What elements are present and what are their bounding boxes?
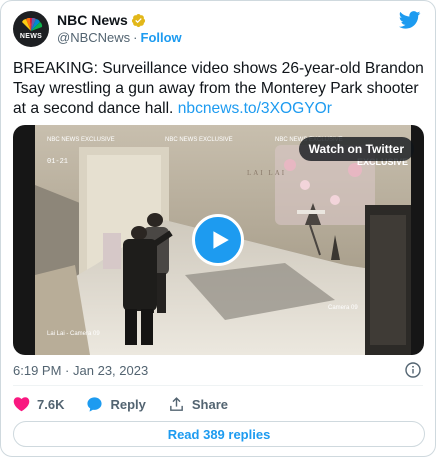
- tweet-body: BREAKING: Surveillance video shows 26-ye…: [13, 59, 425, 119]
- overlay-camera-bottom: Lai Lai - Camera 09: [47, 331, 100, 337]
- tweet-link[interactable]: nbcnews.to/3XOGYOr: [178, 100, 332, 117]
- reply-button[interactable]: Reply: [86, 396, 146, 413]
- author-handle[interactable]: @NBCNews: [57, 29, 130, 46]
- meta-separator: ·: [65, 363, 70, 378]
- follow-button[interactable]: Follow: [141, 29, 182, 46]
- tweet-timestamp[interactable]: 6:19 PM · Jan 23, 2023: [13, 363, 148, 378]
- reply-label: Reply: [110, 396, 146, 412]
- divider: [13, 385, 423, 386]
- share-icon: [170, 396, 183, 411]
- author-name[interactable]: NBC News: [57, 12, 128, 29]
- share-label: Share: [191, 396, 229, 412]
- overlay-exclusive-center: NBC NEWS EXCLUSIVE: [165, 137, 233, 143]
- play-icon: [213, 231, 229, 249]
- overlay-sign: LAI LAI: [247, 169, 286, 177]
- reply-bubble-icon: [87, 396, 103, 412]
- like-count: 7.6K: [37, 396, 65, 412]
- watch-on-twitter-button[interactable]: Watch on Twitter: [298, 137, 414, 161]
- twitter-bird-icon[interactable]: [399, 11, 421, 29]
- verified-badge-icon: [131, 13, 145, 28]
- avatar[interactable]: NEWS: [13, 11, 49, 47]
- avatar-label: NEWS: [19, 33, 43, 40]
- tweet-header: NEWS NBC News @NBCNews · Follow: [13, 9, 423, 49]
- tweet-date: Jan 23, 2023: [73, 363, 149, 378]
- overlay-timestamp: 01-21: [47, 158, 68, 166]
- overlay-exclusive-left: NBC NEWS EXCLUSIVE: [47, 137, 115, 143]
- overlay-camera-right: Camera 09: [328, 305, 358, 311]
- share-button[interactable]: Share: [168, 396, 228, 413]
- tweet-time: 6:19 PM: [13, 363, 62, 378]
- handle-separator: ·: [133, 30, 138, 45]
- heart-icon: [13, 396, 30, 411]
- read-replies-button[interactable]: Read 389 replies: [13, 421, 425, 447]
- tweet-card: NEWS NBC News @NBCNews · Follow BREAKING…: [0, 0, 436, 457]
- author-info: NBC News @NBCNews · Follow: [57, 12, 182, 46]
- video-player[interactable]: NBC NEWS EXCLUSIVE NBC NEWS EXCLUSIVE NB…: [13, 125, 424, 355]
- info-icon[interactable]: [405, 362, 421, 378]
- like-button[interactable]: 7.6K: [13, 396, 64, 413]
- play-button[interactable]: [192, 214, 244, 266]
- peacock-logo-icon: [22, 18, 43, 31]
- tweet-actions: 7.6K Reply Share: [13, 394, 250, 414]
